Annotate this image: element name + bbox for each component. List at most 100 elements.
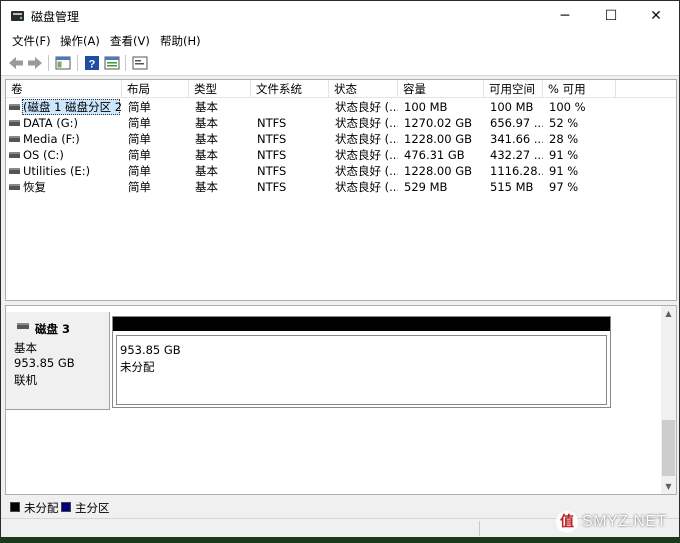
legend-label-primary: 主分区 <box>75 501 110 515</box>
volume-row[interactable]: OS (C:) 简单 基本 NTFS 状态良好 (... 476.31 GB 4… <box>6 147 676 163</box>
column-header-percent-free[interactable]: % 可用 <box>543 80 616 98</box>
watermark-logo: 值 <box>556 511 578 533</box>
scroll-down-icon[interactable]: ▼ <box>661 479 676 494</box>
volume-type: 基本 <box>195 132 218 146</box>
volume-capacity: 1228.00 GB <box>404 132 473 146</box>
column-header-free-space[interactable]: 可用空间 <box>484 80 543 98</box>
partition-body <box>116 335 607 405</box>
maximize-button[interactable]: ☐ <box>588 1 634 31</box>
volume-name: DATA (G:) <box>23 116 79 130</box>
volume-type: 基本 <box>195 180 218 194</box>
volume-name: OS (C:) <box>23 148 64 162</box>
volume-percent-free: 28 % <box>549 132 579 146</box>
help-icon[interactable]: ? <box>83 54 101 72</box>
volume-row[interactable]: (磁盘 1 磁盘分区 2) 简单 基本 状态良好 (... 100 MB 100… <box>6 99 676 115</box>
scrollbar-thumb[interactable] <box>662 420 675 476</box>
volume-capacity: 100 MB <box>404 100 448 114</box>
volume-filesystem <box>251 99 329 115</box>
volume-percent-free: 91 % <box>549 164 579 178</box>
volume-type: 基本 <box>195 164 218 178</box>
volume-name: 恢复 <box>23 180 46 194</box>
volume-status: 状态良好 (... <box>335 148 398 162</box>
disk-graph-pane: 磁盘 3 基本 953.85 GB 联机 953.85 GB 未分配 ▲ ▼ <box>5 305 677 495</box>
column-header-type[interactable]: 类型 <box>189 80 251 98</box>
menu-file[interactable]: 文件(F) <box>12 33 51 49</box>
toolbar-separator <box>77 55 78 71</box>
volume-free-space: 656.97 ... <box>490 116 543 130</box>
close-button[interactable]: ✕ <box>633 1 679 31</box>
volume-filesystem: NTFS <box>257 148 287 162</box>
volume-name: Media (F:) <box>23 132 80 146</box>
volume-free-space: 515 MB <box>490 180 534 194</box>
partition-color-bar <box>113 317 610 331</box>
column-header-volume[interactable]: 卷 <box>6 80 122 98</box>
volume-status: 状态良好 (... <box>335 116 398 130</box>
volume-status: 状态良好 (... <box>335 100 398 114</box>
volume-type: 基本 <box>195 100 218 114</box>
volume-filesystem: NTFS <box>257 164 287 178</box>
disk-size: 953.85 GB <box>14 356 75 370</box>
site-watermark: 值 SMYZ.NET <box>556 510 674 536</box>
volume-capacity: 476.31 GB <box>404 148 465 162</box>
disk-name: 磁盘 3 <box>35 322 71 336</box>
volume-layout: 简单 <box>128 148 151 162</box>
column-header-layout[interactable]: 布局 <box>122 80 189 98</box>
volume-row[interactable]: DATA (G:) 简单 基本 NTFS 状态良好 (... 1270.02 G… <box>6 115 676 131</box>
volume-percent-free: 91 % <box>549 148 579 162</box>
menu-view[interactable]: 查看(V) <box>110 33 150 49</box>
disk-management-window: 磁盘管理 ─ ☐ ✕ 文件(F) 操作(A) 查看(V) 帮助(H) ? 卷 布… <box>0 0 680 537</box>
volume-row[interactable]: Utilities (E:) 简单 基本 NTFS 状态良好 (... 1228… <box>6 163 676 179</box>
volume-free-space: 432.27 ... <box>490 148 543 162</box>
volume-filesystem: NTFS <box>257 132 287 146</box>
volume-list[interactable]: 卷 布局 类型 文件系统 状态 容量 可用空间 % 可用 (磁盘 1 磁盘分区 … <box>5 79 677 301</box>
properties-icon[interactable] <box>103 54 121 72</box>
unallocated-partition[interactable]: 953.85 GB 未分配 <box>112 316 611 408</box>
column-header-status[interactable]: 状态 <box>329 80 398 98</box>
watermark-text: SMYZ.NET <box>582 513 667 530</box>
vertical-scrollbar[interactable]: ▲ ▼ <box>661 306 676 494</box>
volume-status: 状态良好 (... <box>335 132 398 146</box>
volume-capacity: 1228.00 GB <box>404 164 473 178</box>
volume-layout: 简单 <box>128 100 151 114</box>
disk-state: 联机 <box>14 373 37 387</box>
toolbar: ? <box>1 51 679 76</box>
disk-management-app-icon <box>11 11 24 21</box>
volume-percent-free: 52 % <box>549 116 579 130</box>
volume-layout: 简单 <box>128 116 151 130</box>
volume-row[interactable]: 恢复 简单 基本 NTFS 状态良好 (... 529 MB 515 MB 97… <box>6 179 676 195</box>
status-bar-separator <box>479 521 480 536</box>
menu-help[interactable]: 帮助(H) <box>160 33 201 49</box>
disk-icon <box>17 323 29 329</box>
volume-percent-free: 97 % <box>549 180 579 194</box>
minimize-button[interactable]: ─ <box>542 1 588 31</box>
console-tree-icon[interactable] <box>54 54 72 72</box>
title-bar[interactable]: 磁盘管理 ─ ☐ ✕ <box>1 1 679 31</box>
legend-swatch-primary <box>61 502 71 512</box>
volume-type: 基本 <box>195 148 218 162</box>
volume-free-space: 341.66 ... <box>490 132 543 146</box>
scroll-up-icon[interactable]: ▲ <box>661 306 676 321</box>
volume-row[interactable]: Media (F:) 简单 基本 NTFS 状态良好 (... 1228.00 … <box>6 131 676 147</box>
column-header-capacity[interactable]: 容量 <box>398 80 484 98</box>
volume-free-space: 100 MB <box>490 100 534 114</box>
volume-percent-free: 100 % <box>549 100 586 114</box>
window-title: 磁盘管理 <box>31 10 80 24</box>
toolbar-separator <box>125 55 126 71</box>
disk-type: 基本 <box>14 341 37 355</box>
partition-state: 未分配 <box>120 360 155 374</box>
legend-label-unallocated: 未分配 <box>24 501 59 515</box>
volume-status: 状态良好 (... <box>335 164 398 178</box>
column-header-filesystem[interactable]: 文件系统 <box>251 80 329 98</box>
console-view-icon[interactable] <box>131 54 149 72</box>
volume-type: 基本 <box>195 116 218 130</box>
toolbar-separator <box>48 55 49 71</box>
volume-layout: 简单 <box>128 180 151 194</box>
forward-arrow-icon[interactable] <box>26 54 44 72</box>
disk-info-panel[interactable]: 磁盘 3 基本 953.85 GB 联机 <box>6 312 110 410</box>
back-arrow-icon[interactable] <box>7 54 25 72</box>
volume-capacity: 1270.02 GB <box>404 116 473 130</box>
menu-bar: 文件(F) 操作(A) 查看(V) 帮助(H) <box>1 31 679 51</box>
volume-status: 状态良好 (... <box>335 180 398 194</box>
volume-layout: 简单 <box>128 132 151 146</box>
menu-action[interactable]: 操作(A) <box>60 33 100 49</box>
